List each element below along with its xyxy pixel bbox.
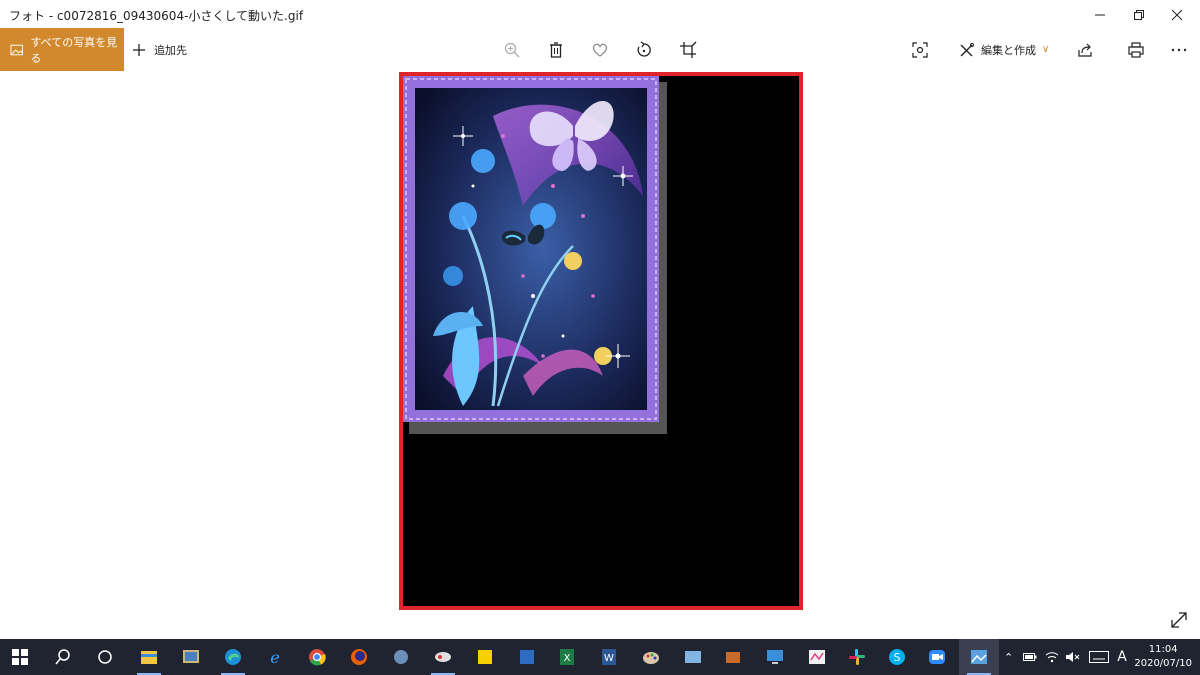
chevron-up-icon[interactable]: ⌃	[1004, 651, 1013, 664]
zoom-in-icon[interactable]	[501, 39, 523, 61]
volume-icon[interactable]	[1065, 651, 1081, 663]
print-icon[interactable]	[1125, 39, 1147, 61]
app-icon[interactable]	[797, 639, 837, 675]
enhance-icon[interactable]	[909, 39, 931, 61]
rotate-icon[interactable]	[633, 39, 655, 61]
chrome-icon[interactable]	[297, 639, 337, 675]
start-button[interactable]	[0, 639, 40, 675]
more-icon[interactable]	[1168, 39, 1190, 61]
chevron-down-icon: ∨	[1042, 44, 1050, 55]
system-tray: ⌃ A	[1004, 639, 1127, 675]
app-icon[interactable]	[423, 639, 463, 675]
image-canvas	[399, 72, 803, 610]
see-all-photos-label: すべての写真を見る	[30, 35, 118, 65]
photo-icon	[10, 44, 23, 55]
excel-icon[interactable]: X	[547, 639, 587, 675]
firefox-icon[interactable]	[339, 639, 379, 675]
butterfly-artwork	[403, 76, 667, 434]
toolbar: すべての写真を見る 追加先 編集と作成 ∨	[0, 28, 1200, 71]
photos-app-icon[interactable]	[171, 639, 211, 675]
app-icon[interactable]	[507, 639, 547, 675]
svg-text:W: W	[604, 653, 614, 664]
internet-explorer-icon[interactable]: e	[255, 639, 295, 675]
remote-desktop-icon[interactable]	[755, 639, 795, 675]
zoom-app-icon[interactable]	[917, 639, 957, 675]
svg-text:X: X	[564, 653, 571, 664]
edge-icon[interactable]	[213, 639, 253, 675]
svg-text:e: e	[270, 648, 279, 667]
paint-icon[interactable]	[631, 639, 671, 675]
trash-icon[interactable]	[545, 39, 567, 61]
app-icon[interactable]	[713, 639, 753, 675]
ime-indicator[interactable]: A	[1117, 649, 1127, 665]
clock-date: 2020/07/10	[1134, 658, 1192, 669]
heart-icon[interactable]	[589, 39, 611, 61]
add-to-button[interactable]: 追加先	[131, 28, 187, 71]
edit-icon	[960, 42, 974, 56]
battery-icon[interactable]	[1023, 652, 1037, 662]
edit-create-label: 編集と作成	[981, 43, 1036, 57]
file-explorer-icon[interactable]	[129, 639, 169, 675]
app-icon[interactable]	[673, 639, 713, 675]
wifi-icon[interactable]	[1045, 651, 1059, 663]
sticky-notes-icon[interactable]	[465, 639, 505, 675]
photos-taskbar-icon[interactable]	[959, 639, 999, 675]
slack-icon[interactable]	[837, 639, 877, 675]
svg-text:S: S	[894, 651, 901, 664]
close-button[interactable]	[1154, 0, 1200, 30]
share-icon[interactable]	[1074, 39, 1096, 61]
clock[interactable]: 11:04 2020/07/10	[1134, 643, 1192, 671]
crop-icon[interactable]	[677, 39, 699, 61]
expand-icon[interactable]	[1168, 609, 1190, 631]
skype-icon[interactable]: S	[877, 639, 917, 675]
search-icon[interactable]	[43, 639, 83, 675]
see-all-photos-button[interactable]: すべての写真を見る	[0, 28, 124, 71]
app-icon[interactable]	[381, 639, 421, 675]
keyboard-icon[interactable]	[1089, 651, 1110, 663]
word-icon[interactable]: W	[589, 639, 629, 675]
add-to-label: 追加先	[154, 43, 187, 57]
clock-time: 11:04	[1148, 644, 1178, 655]
edit-create-button[interactable]: 編集と作成 ∨	[959, 28, 1049, 71]
taskbar: e X W S ⌃ A 11:04 2020/07/10	[0, 639, 1200, 675]
task-view-icon[interactable]	[85, 639, 125, 675]
window-title: フォト - c0072816_09430604-小さくして動いた.gif	[9, 9, 304, 23]
plus-icon	[133, 43, 145, 56]
title-bar: フォト - c0072816_09430604-小さくして動いた.gif	[0, 0, 1200, 30]
